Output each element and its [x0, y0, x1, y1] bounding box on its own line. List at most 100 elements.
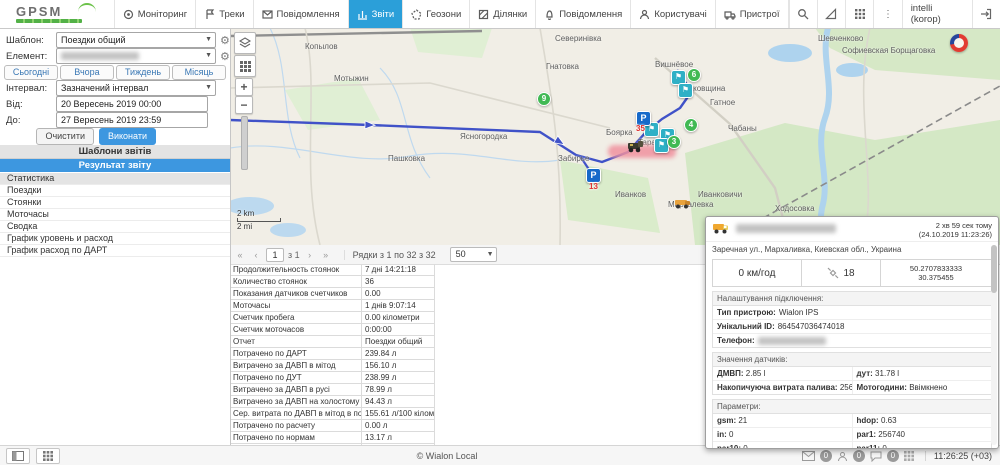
current-page-input[interactable]: 1 — [266, 248, 284, 262]
tab-tracks[interactable]: Треки — [195, 0, 252, 28]
unit-vehicle-marker[interactable] — [626, 140, 646, 153]
satellite-icon — [827, 267, 839, 279]
logo-text: GPSM — [16, 6, 114, 18]
templates-section-header[interactable]: Шаблони звітів — [0, 145, 230, 159]
scrollbar-thumb[interactable] — [991, 245, 997, 293]
top-bar: GPSM Моніторинг Треки Повідомлення Звіти — [0, 0, 1000, 29]
section-statistics[interactable]: Статистика — [0, 173, 230, 185]
template-wrench-icon[interactable]: ⚙ — [220, 34, 230, 47]
cluster-badge[interactable]: 4 — [684, 118, 698, 132]
map-canvas[interactable]: Копылов Северинівка Шевченково Софиевска… — [230, 28, 1000, 245]
zoom-out-button[interactable]: − — [235, 96, 253, 114]
collapse-panel-button[interactable] — [6, 448, 30, 464]
chat-bubble-icon — [870, 451, 882, 462]
template-select[interactable]: Поездки общий▼ — [56, 32, 216, 48]
interval-label: Інтервал: — [0, 83, 56, 94]
user-menu[interactable]: intelli (korop) — [902, 0, 972, 28]
more-dots-icon: ⋮ — [883, 9, 893, 20]
map-label: Боярка — [606, 128, 633, 137]
logout-button[interactable] — [972, 0, 1000, 28]
table-row: Витрачено за ДАВП на холостому ходу94.43… — [231, 396, 435, 408]
tab-monitoring[interactable]: Моніторинг — [114, 0, 196, 28]
from-date-input[interactable]: 20 Вересень 2019 00:00 — [56, 96, 208, 112]
range-today-button[interactable]: Сьогодні — [4, 65, 58, 80]
layers-icon — [238, 36, 252, 50]
logout-icon — [980, 8, 992, 20]
report-chart-icon — [357, 9, 368, 20]
chevron-down-icon: ▼ — [205, 33, 212, 47]
apps-grid-button[interactable] — [36, 448, 60, 464]
first-page-button[interactable]: « — [234, 250, 246, 260]
element-select[interactable]: ▼ — [56, 48, 216, 64]
header-right: ⋮ intelli (korop) — [789, 0, 1000, 28]
messages-counter-button[interactable] — [802, 451, 815, 461]
table-row: Потрачено по нормам13.17 л — [231, 432, 435, 444]
statistics-table: Продолжительность стоянок7 дні 14:21:18 … — [230, 264, 435, 445]
rows-info-label: Рядки з 1 по 32 з 32 — [344, 250, 436, 260]
action-buttons: Очистити Виконати — [0, 128, 156, 145]
table-row: Витрачено за ДАВП в русі78.99 л — [231, 384, 435, 396]
zoom-slider[interactable] — [241, 116, 248, 170]
cluster-badge[interactable]: 9 — [537, 92, 551, 106]
table-row: Витрачено за ДАВП в мітод156.10 л — [231, 360, 435, 372]
report-result-header[interactable]: Результат звіту — [0, 159, 230, 172]
search-button[interactable] — [789, 0, 817, 28]
grid-icon — [904, 451, 914, 461]
unit-vehicle-marker[interactable] — [674, 198, 692, 209]
tab-units[interactable]: Пристрої — [715, 0, 789, 28]
tab-areas[interactable]: Ділянки — [469, 0, 535, 28]
parking-marker[interactable]: P — [586, 168, 601, 183]
apps-button[interactable] — [904, 451, 914, 461]
unit-truck-icon — [712, 221, 730, 234]
section-level-chart[interactable]: График уровень и расход — [0, 233, 230, 245]
track-flag-icon — [204, 9, 215, 20]
table-row: Количество стоянок36 — [231, 276, 435, 288]
execute-button[interactable]: Виконати — [99, 128, 156, 145]
last-page-button[interactable]: » — [320, 250, 332, 260]
tab-messages[interactable]: Повідомлення — [253, 0, 348, 28]
chat-counter-button[interactable] — [870, 451, 882, 462]
event-flag-marker[interactable]: ⚑ — [678, 83, 693, 98]
driver-counter-button[interactable] — [837, 451, 848, 462]
scale-mi-label: 2 mi — [237, 222, 281, 231]
tab-reports[interactable]: Звіти — [348, 0, 403, 28]
map-layers-button[interactable] — [234, 32, 256, 54]
map-grid-button[interactable] — [234, 55, 256, 77]
table-row: ОтчетПоездки общий — [231, 336, 435, 348]
popup-scrollbar[interactable] — [991, 245, 997, 445]
range-yesterday-button[interactable]: Вчора — [60, 65, 114, 80]
table-row: Моточасы1 днів 9:07:14 — [231, 300, 435, 312]
tab-notifications[interactable]: Повідомлення — [535, 0, 630, 28]
ruler-button[interactable] — [817, 0, 845, 28]
redacted-phone-value — [758, 337, 826, 345]
section-dart-chart[interactable]: График расход по ДАРТ — [0, 245, 230, 257]
apps-button[interactable] — [845, 0, 873, 28]
cluster-badge[interactable]: 6 — [687, 68, 701, 82]
to-date-input[interactable]: 27 Вересень 2019 23:59 — [56, 112, 208, 128]
zoom-in-button[interactable]: + — [235, 78, 253, 96]
section-parkings[interactable]: Стоянки — [0, 197, 230, 209]
interval-select[interactable]: Зазначений інтервал▼ — [56, 80, 216, 96]
more-button[interactable]: ⋮ — [873, 0, 901, 28]
unit-quick-stats: 0 км/год 18 50.2707833333 30.375455 — [712, 259, 992, 287]
table-row: Потрачено по расчету0.00 л — [231, 420, 435, 432]
range-month-button[interactable]: Місяць — [172, 65, 226, 80]
tab-users[interactable]: Користувачі — [630, 0, 714, 28]
element-wrench-icon[interactable]: ⚙ — [220, 50, 230, 63]
cluster-badge[interactable]: 3 — [667, 135, 681, 149]
section-trips[interactable]: Поездки — [0, 185, 230, 197]
next-page-button[interactable]: › — [304, 250, 316, 260]
section-engine-hours[interactable]: Моточасы — [0, 209, 230, 221]
map-refresh-icon[interactable] — [950, 34, 968, 52]
page-size-select[interactable]: 50▼ — [450, 247, 497, 262]
truck-icon — [724, 9, 736, 20]
prev-page-button[interactable]: ‹ — [250, 250, 262, 260]
clear-button[interactable]: Очистити — [36, 128, 94, 145]
map-label: Мотыжин — [334, 74, 369, 83]
map-label: Северинівка — [555, 34, 601, 43]
range-week-button[interactable]: Тиждень — [116, 65, 170, 80]
map-label: Забирье — [558, 154, 589, 163]
map-scale: 2 km 2 mi — [237, 209, 281, 231]
section-summary[interactable]: Сводка — [0, 221, 230, 233]
tab-geofences[interactable]: Геозони — [402, 0, 469, 28]
